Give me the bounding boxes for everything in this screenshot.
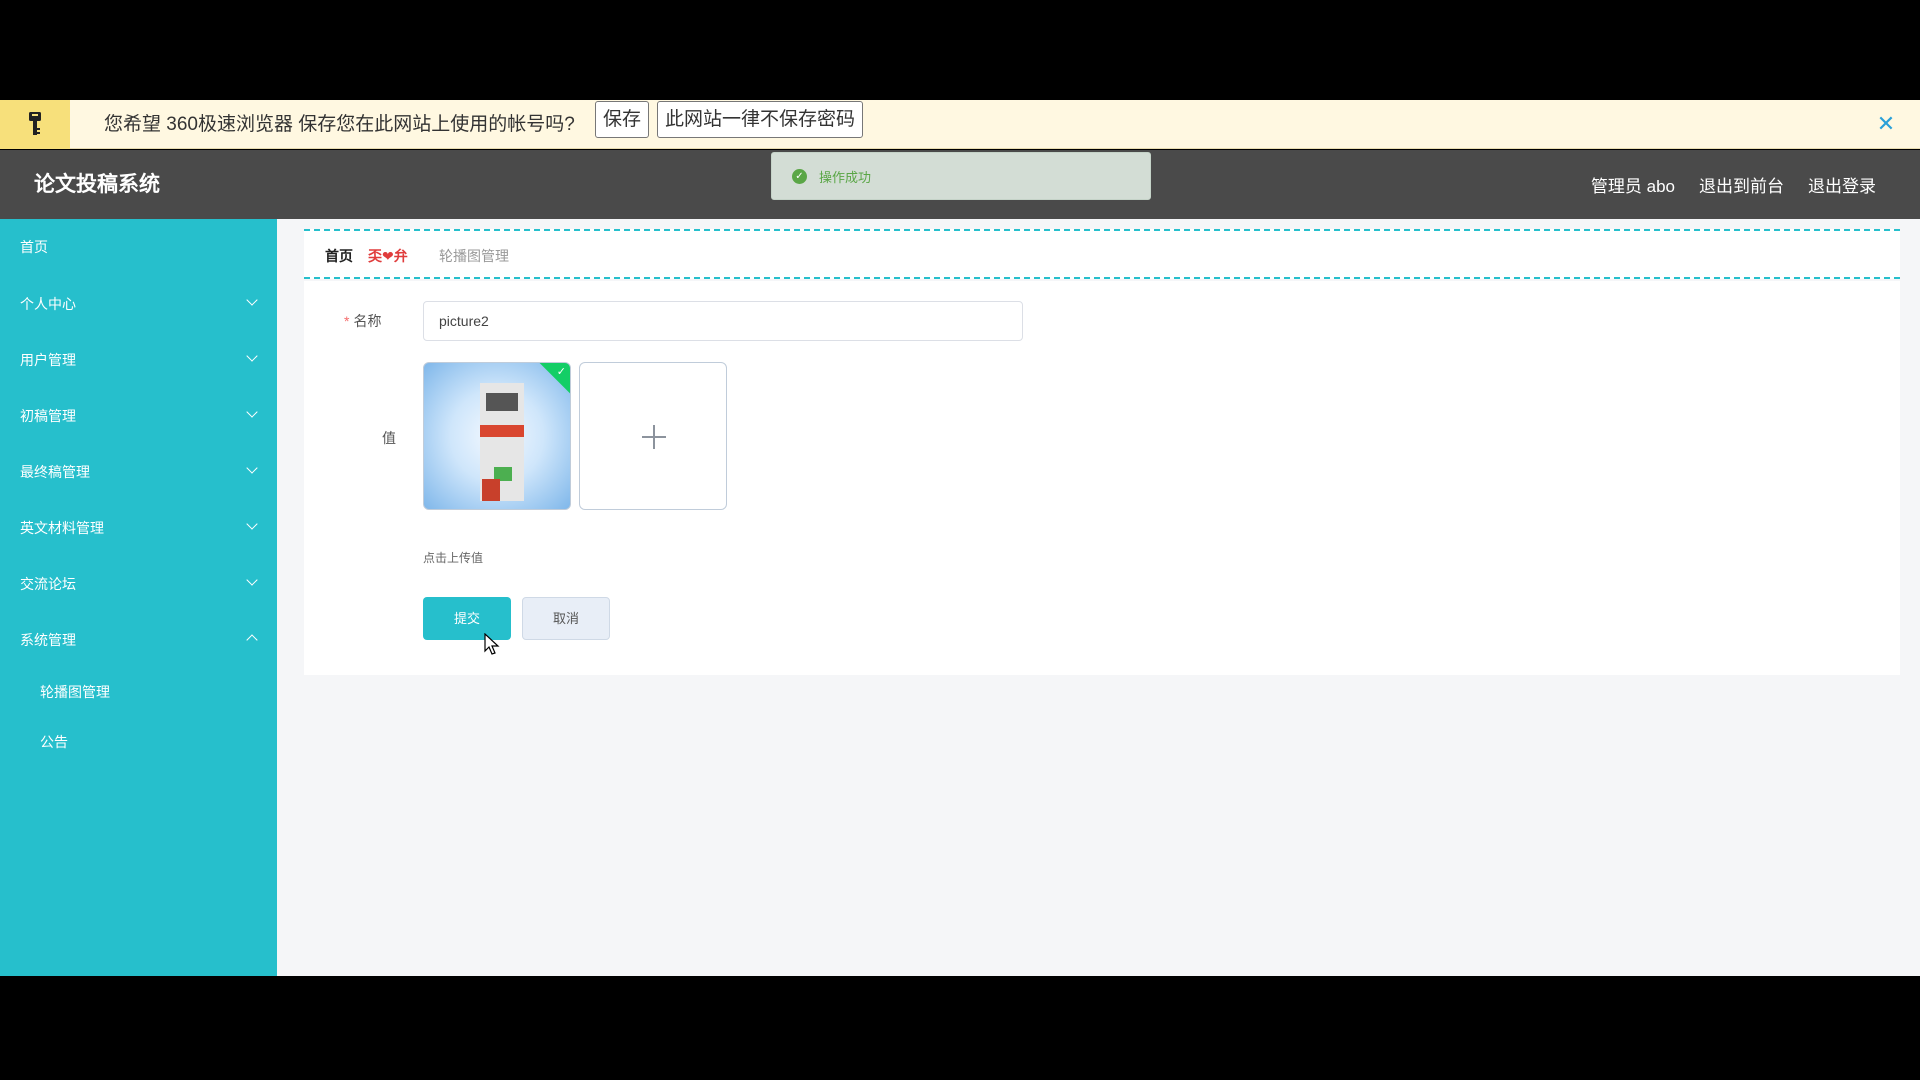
breadcrumb: 首页 奀❤弁 轮播图管理 xyxy=(304,229,1900,279)
sidebar-item-system-management[interactable]: 系统管理 xyxy=(0,618,277,662)
password-prompt-text: 您希望 360极速浏览器 保存您在此网站上使用的帐号吗? xyxy=(104,114,575,135)
sidebar-subitem-label: 公告 xyxy=(40,734,68,750)
key-icon xyxy=(0,100,70,149)
sidebar-item-final-management[interactable]: 最终稿管理 xyxy=(0,450,277,494)
sidebar-item-label: 首页 xyxy=(20,239,48,255)
chevron-down-icon xyxy=(246,574,258,586)
exit-to-front-link[interactable]: 退出到前台 xyxy=(1699,172,1784,197)
sidebar-item-user-management[interactable]: 用户管理 xyxy=(0,338,277,382)
sidebar-subitem-label: 轮播图管理 xyxy=(40,684,110,700)
current-user: 管理员 abo xyxy=(1590,177,1675,196)
toast-text: 操作成功 xyxy=(819,169,872,185)
chevron-up-icon xyxy=(246,634,258,646)
sidebar-item-draft-management[interactable]: 初稿管理 xyxy=(0,394,277,438)
breadcrumb-home[interactable]: 首页 xyxy=(325,246,353,266)
breadcrumb-separator: 奀❤弁 xyxy=(368,248,408,264)
main-content: 首页 奀❤弁 轮播图管理 * 名称 picture2 值 ✓ 点击上传值 提交 … xyxy=(277,219,1920,976)
chevron-down-icon xyxy=(246,462,258,474)
sidebar-item-label: 个人中心 xyxy=(20,296,76,312)
image-upload-button[interactable] xyxy=(579,362,727,510)
sidebar-item-label: 用户管理 xyxy=(20,352,76,368)
screen: 您希望 360极速浏览器 保存您在此网站上使用的帐号吗? 保存 此网站一律不保存… xyxy=(0,0,1920,1080)
sidebar-item-label: 英文材料管理 xyxy=(20,520,104,536)
chevron-down-icon xyxy=(246,294,258,306)
close-icon[interactable]: ✕ xyxy=(1874,112,1898,136)
sidebar-subitem-carousel[interactable]: 轮播图管理 xyxy=(0,671,277,711)
sidebar-item-label: 初稿管理 xyxy=(20,408,76,424)
logout-link[interactable]: 退出登录 xyxy=(1808,172,1876,197)
browser-password-bar: 您希望 360极速浏览器 保存您在此网站上使用的帐号吗? 保存 此网站一律不保存… xyxy=(0,100,1920,149)
chevron-down-icon xyxy=(246,406,258,418)
sidebar-item-label: 最终稿管理 xyxy=(20,464,90,480)
never-save-password-button[interactable]: 此网站一律不保存密码 xyxy=(657,101,864,138)
sidebar-item-forum[interactable]: 交流论坛 xyxy=(0,562,277,606)
breadcrumb-current: 轮播图管理 xyxy=(439,248,509,264)
check-circle-icon: ✓ xyxy=(792,168,807,184)
app-title: 论文投稿系统 xyxy=(34,173,160,196)
cancel-button[interactable]: 取消 xyxy=(522,597,610,640)
sidebar-item-personal-center[interactable]: 个人中心 xyxy=(0,282,277,326)
sidebar: 首页 个人中心 用户管理 初稿管理 最终稿管理 英文材料管理 交流论坛 系统管理 xyxy=(0,219,277,976)
check-icon: ✓ xyxy=(556,366,566,378)
name-input[interactable]: picture2 xyxy=(423,301,1023,341)
sidebar-item-home[interactable]: 首页 xyxy=(0,225,277,269)
chevron-down-icon xyxy=(246,518,258,530)
success-toast: ✓ 操作成功 xyxy=(771,152,1151,200)
sidebar-item-label: 交流论坛 xyxy=(20,576,76,592)
uploaded-image-thumbnail[interactable]: ✓ xyxy=(423,362,571,510)
sidebar-item-label: 系统管理 xyxy=(20,632,76,648)
save-password-button[interactable]: 保存 xyxy=(595,101,650,138)
sidebar-subitem-notice[interactable]: 公告 xyxy=(0,721,277,761)
value-label: 值 xyxy=(382,430,396,446)
upload-hint: 点击上传值 xyxy=(423,551,484,565)
chevron-down-icon xyxy=(246,350,258,362)
form-panel: * 名称 picture2 值 ✓ 点击上传值 提交 取消 xyxy=(304,281,1900,675)
name-label: * 名称 xyxy=(344,313,382,329)
sidebar-item-english-material[interactable]: 英文材料管理 xyxy=(0,506,277,550)
